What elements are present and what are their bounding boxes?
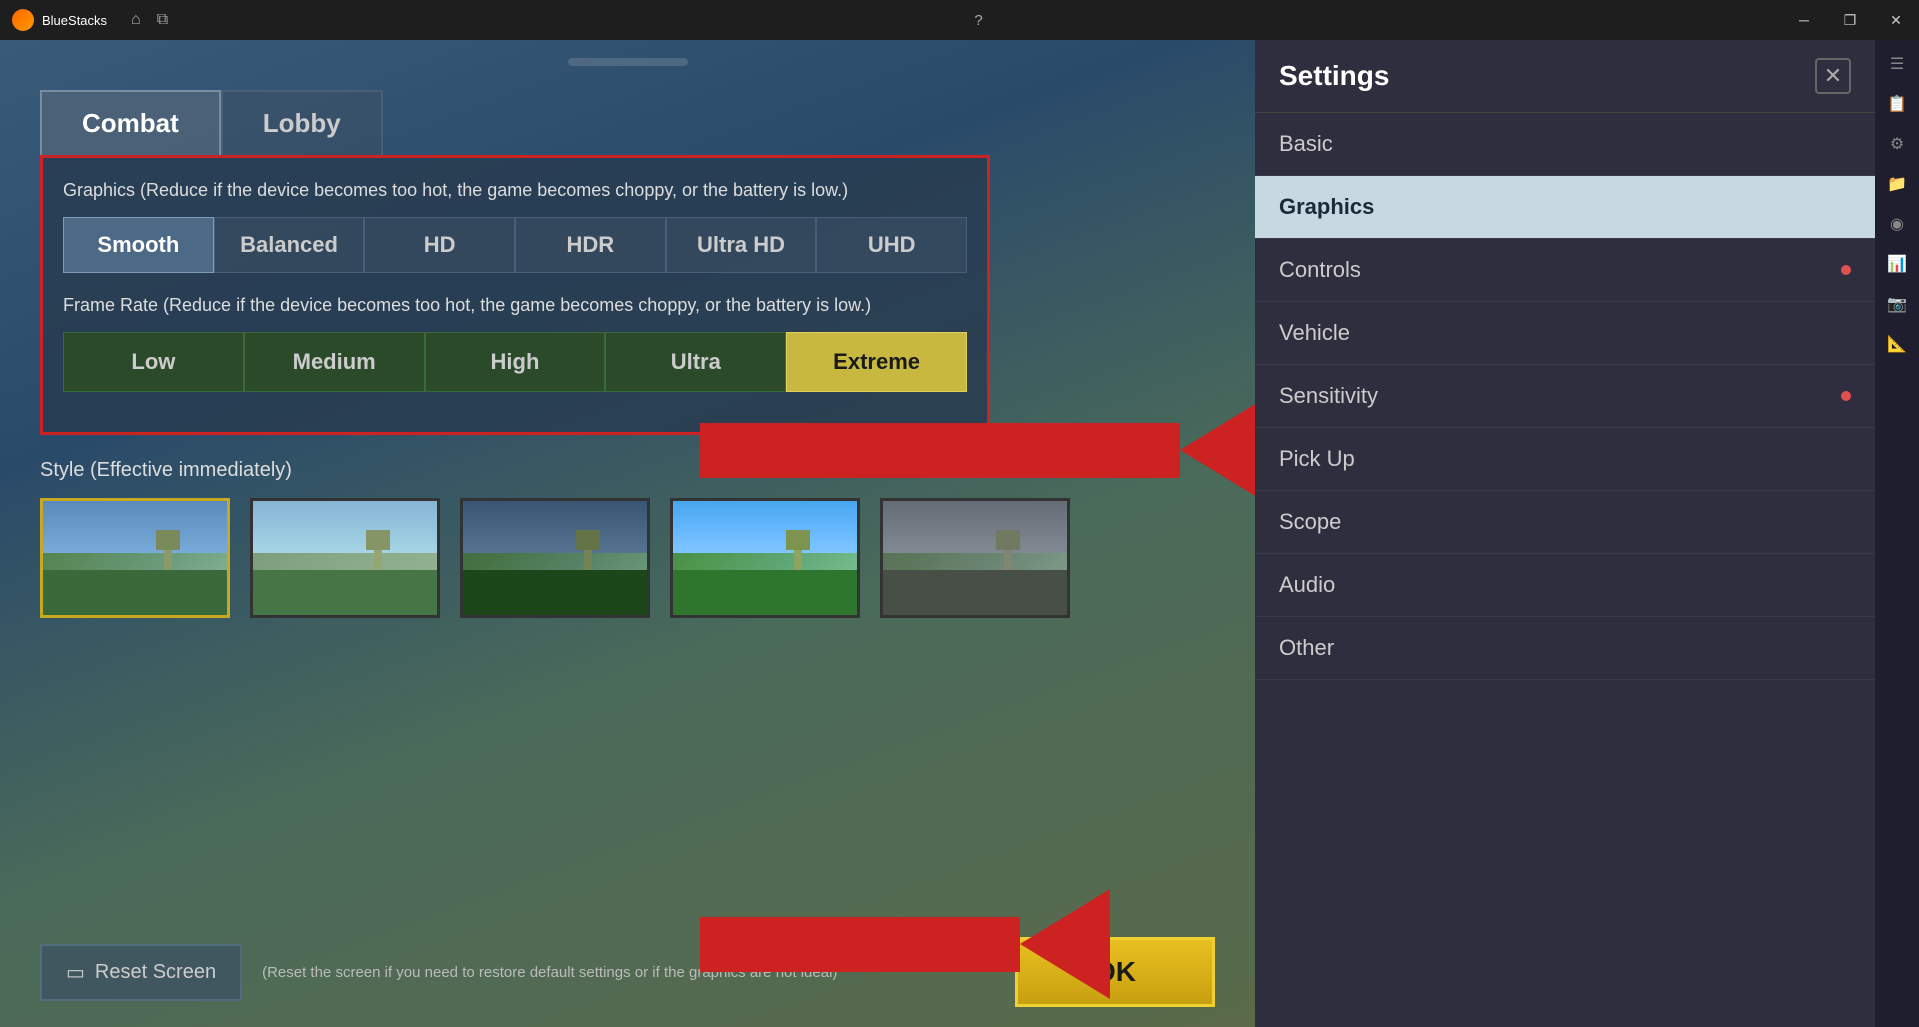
reset-screen-button[interactable]: ▭ Reset Screen xyxy=(40,944,242,1001)
settings-menu: Settings ✕ Basic Graphics Controls Vehic… xyxy=(1255,40,1875,1027)
tab-lobby[interactable]: Lobby xyxy=(221,90,383,155)
style-thumb-5[interactable] xyxy=(880,498,1070,618)
graphics-ultrahd-button[interactable]: Ultra HD xyxy=(666,217,817,273)
sidebar-icon-6[interactable]: 📊 xyxy=(1881,248,1913,280)
graphics-balanced-button[interactable]: Balanced xyxy=(214,217,365,273)
nav-item-graphics[interactable]: Graphics xyxy=(1255,176,1875,239)
framerate-label: Frame Rate (Reduce if the device becomes… xyxy=(63,293,967,318)
fps-ultra-button[interactable]: Ultra xyxy=(605,332,786,392)
sidebar-icon-7[interactable]: 📷 xyxy=(1881,288,1913,320)
settings-panel: Settings ✕ Basic Graphics Controls Vehic… xyxy=(1255,40,1919,1027)
app-name: BlueStacks xyxy=(42,13,107,28)
nav-item-controls[interactable]: Controls xyxy=(1255,239,1875,302)
graphics-hdr-button[interactable]: HDR xyxy=(515,217,666,273)
style-thumb-2[interactable] xyxy=(250,498,440,618)
window-controls: ─ ❐ ✕ xyxy=(1781,0,1919,40)
style-thumb-1[interactable] xyxy=(40,498,230,618)
nav-item-scope[interactable]: Scope xyxy=(1255,491,1875,554)
nav-dot-sensitivity xyxy=(1841,391,1851,401)
fps-medium-button[interactable]: Medium xyxy=(244,332,425,392)
graphics-label: Graphics (Reduce if the device becomes t… xyxy=(63,178,967,203)
tab-bar: Combat Lobby xyxy=(40,90,1215,155)
sidebar-icon-3[interactable]: ⚙ xyxy=(1881,128,1913,160)
sidebar-icon-4[interactable]: 📁 xyxy=(1881,168,1913,200)
close-button[interactable]: ✕ xyxy=(1873,0,1919,40)
graphics-framerate-section: Graphics (Reduce if the device becomes t… xyxy=(40,155,990,435)
restore-button[interactable]: ❐ xyxy=(1827,0,1873,40)
arrow-framerate xyxy=(700,395,1270,505)
home-icon[interactable]: ⌂ xyxy=(131,11,141,29)
nav-dot-controls xyxy=(1841,265,1851,275)
fps-high-button[interactable]: High xyxy=(425,332,606,392)
fps-low-button[interactable]: Low xyxy=(63,332,244,392)
reset-label: Reset Screen xyxy=(95,961,216,984)
settings-title: Settings xyxy=(1279,60,1389,92)
sidebar-icon-1[interactable]: ☰ xyxy=(1881,48,1913,80)
style-thumb-3[interactable] xyxy=(460,498,650,618)
app-icon xyxy=(12,9,34,31)
settings-header: Settings ✕ xyxy=(1255,40,1875,113)
style-thumb-4[interactable] xyxy=(670,498,860,618)
settings-nav: Basic Graphics Controls Vehicle Sensitiv… xyxy=(1255,113,1875,680)
nav-item-vehicle[interactable]: Vehicle xyxy=(1255,302,1875,365)
right-sidebar: ☰ 📋 ⚙ 📁 ◉ 📊 📷 📐 xyxy=(1875,40,1919,1027)
help-icon[interactable]: ? xyxy=(965,6,993,34)
titlebar-right-icons: ? xyxy=(965,6,993,34)
nav-item-other[interactable]: Other xyxy=(1255,617,1875,680)
arrow-ok xyxy=(700,889,1110,999)
nav-item-audio[interactable]: Audio xyxy=(1255,554,1875,617)
nav-item-sensitivity[interactable]: Sensitivity xyxy=(1255,365,1875,428)
main-content: Combat Lobby Graphics (Reduce if the dev… xyxy=(0,40,1255,1027)
graphics-options-row: Smooth Balanced HD HDR Ultra HD UHD xyxy=(63,217,967,273)
nav-item-pickup[interactable]: Pick Up xyxy=(1255,428,1875,491)
graphics-smooth-button[interactable]: Smooth xyxy=(63,217,214,273)
reset-icon: ▭ xyxy=(66,960,85,985)
fps-extreme-button[interactable]: Extreme xyxy=(786,332,967,392)
minimize-button[interactable]: ─ xyxy=(1781,0,1827,40)
app-logo: BlueStacks xyxy=(0,9,119,31)
nav-item-basic[interactable]: Basic xyxy=(1255,113,1875,176)
graphics-hd-button[interactable]: HD xyxy=(364,217,515,273)
sidebar-icon-5[interactable]: ◉ xyxy=(1881,208,1913,240)
style-thumbnails-row xyxy=(40,498,1215,618)
framerate-options-row: Low Medium High Ultra Extreme xyxy=(63,332,967,392)
titlebar-nav-icons: ⌂ ⧉ xyxy=(119,11,180,29)
titlebar: BlueStacks ⌂ ⧉ ? ─ ❐ ✕ xyxy=(0,0,1919,40)
tab-combat[interactable]: Combat xyxy=(40,90,221,155)
graphics-uhd-button[interactable]: UHD xyxy=(816,217,967,273)
copy-icon[interactable]: ⧉ xyxy=(157,11,168,29)
settings-close-button[interactable]: ✕ xyxy=(1815,58,1851,94)
sidebar-icon-2[interactable]: 📋 xyxy=(1881,88,1913,120)
sidebar-icon-8[interactable]: 📐 xyxy=(1881,328,1913,360)
